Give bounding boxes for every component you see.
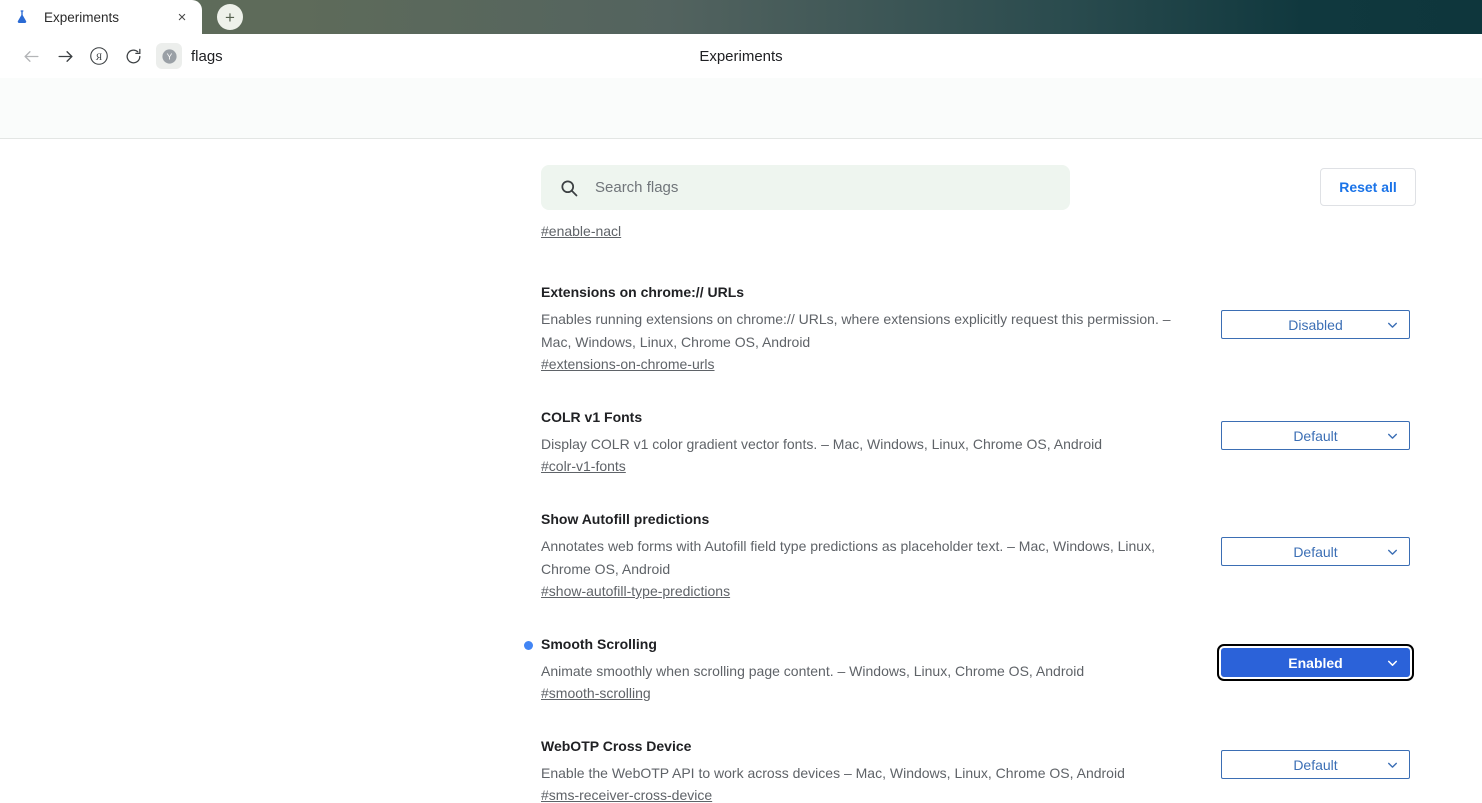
flag-permalink-enable-nacl[interactable]: #enable-nacl xyxy=(541,223,621,239)
flag-row: COLR v1 Fonts Display COLR v1 color grad… xyxy=(0,407,1482,476)
flag-permalink[interactable]: #show-autofill-type-predictions xyxy=(541,583,730,599)
flag-select[interactable]: Default xyxy=(1221,421,1410,450)
flag-description: Enable the WebOTP API to work across dev… xyxy=(541,765,1125,781)
flag-control: Default xyxy=(1221,407,1410,476)
flag-description: Display COLR v1 color gradient vector fo… xyxy=(541,436,1103,452)
flag-control: Enabled xyxy=(1217,634,1414,703)
tab-title: Experiments xyxy=(44,9,120,25)
flag-select[interactable]: Enabled xyxy=(1217,644,1414,681)
chevron-down-icon xyxy=(1386,429,1399,442)
flag-select[interactable]: Disabled xyxy=(1221,310,1410,339)
flag-title: WebOTP Cross Device xyxy=(541,738,692,754)
flag-list: #enable-nacl Extensions on chrome:// URL… xyxy=(0,219,1482,803)
new-tab-area: + xyxy=(202,0,258,34)
flags-page: Reset all #enable-nacl Extensions on chr… xyxy=(0,78,1482,803)
chevron-down-icon xyxy=(1386,545,1399,558)
flag-description: Annotates web forms with Autofill field … xyxy=(541,538,1155,577)
flask-icon xyxy=(14,9,30,25)
svg-text:Я: Я xyxy=(96,52,103,63)
flag-select[interactable]: Default xyxy=(1221,750,1410,779)
address-bar[interactable]: flags xyxy=(191,48,223,65)
browser-toolbar: Я Y flags Experiments xyxy=(0,34,1482,78)
flag-title: Extensions on chrome:// URLs xyxy=(541,284,745,300)
chevron-down-icon xyxy=(1386,758,1399,771)
flag-title: Show Autofill predictions xyxy=(541,511,710,527)
tab-strip: Experiments × + xyxy=(0,0,1482,34)
flag-row: Smooth Scrolling Animate smoothly when s… xyxy=(0,634,1482,703)
flag-title: Smooth Scrolling xyxy=(541,636,657,652)
flag-row: Show Autofill predictions Annotates web … xyxy=(0,509,1482,601)
flag-text: WebOTP Cross Device Enable the WebOTP AP… xyxy=(541,736,1221,803)
svg-text:Y: Y xyxy=(166,51,172,61)
new-tab-button[interactable]: + xyxy=(217,4,243,30)
site-identity-icon[interactable]: Y xyxy=(156,43,182,69)
flag-select[interactable]: Default xyxy=(1221,537,1410,566)
flag-permalink[interactable]: #extensions-on-chrome-urls xyxy=(541,356,715,372)
flag-control: Default xyxy=(1221,509,1410,601)
forward-icon[interactable] xyxy=(48,39,82,73)
flag-select-value: Enabled xyxy=(1288,654,1343,671)
flag-title: COLR v1 Fonts xyxy=(541,409,643,425)
flag-select-value: Default xyxy=(1293,543,1338,560)
reset-all-button[interactable]: Reset all xyxy=(1320,168,1416,206)
yandex-home-icon[interactable]: Я xyxy=(82,39,116,73)
flag-row: Extensions on chrome:// URLs Enables run… xyxy=(0,282,1482,374)
close-icon[interactable]: × xyxy=(172,7,192,27)
flag-select-value: Default xyxy=(1293,756,1338,773)
flag-text: Smooth Scrolling Animate smoothly when s… xyxy=(524,634,1221,703)
flag-permalink[interactable]: #smooth-scrolling xyxy=(541,685,651,701)
reload-icon[interactable] xyxy=(116,39,150,73)
flag-text: COLR v1 Fonts Display COLR v1 color grad… xyxy=(541,407,1221,476)
search-input[interactable] xyxy=(595,179,1015,196)
flag-description: Animate smoothly when scrolling page con… xyxy=(541,663,1085,679)
flag-select-value: Disabled xyxy=(1288,316,1343,333)
chevron-down-icon xyxy=(1386,656,1399,669)
search-flags-box[interactable] xyxy=(541,165,1070,210)
flag-permalink[interactable]: #colr-v1-fonts xyxy=(541,458,626,474)
browser-tab-experiments[interactable]: Experiments × xyxy=(0,0,202,34)
flag-permalink[interactable]: #sms-receiver-cross-device xyxy=(541,787,712,803)
back-icon[interactable] xyxy=(14,39,48,73)
flag-text: Show Autofill predictions Annotates web … xyxy=(541,509,1221,601)
flag-control: Default xyxy=(1221,736,1410,803)
flag-control: Disabled xyxy=(1221,282,1410,374)
chevron-down-icon xyxy=(1386,318,1399,331)
modified-flag-dot-icon xyxy=(524,641,533,650)
flag-description: Enables running extensions on chrome:// … xyxy=(541,311,1171,350)
search-icon xyxy=(559,178,579,198)
flags-header xyxy=(0,78,1482,139)
flag-text: Extensions on chrome:// URLs Enables run… xyxy=(541,282,1221,374)
flag-select-value: Default xyxy=(1293,427,1338,444)
flag-row: WebOTP Cross Device Enable the WebOTP AP… xyxy=(0,736,1482,803)
